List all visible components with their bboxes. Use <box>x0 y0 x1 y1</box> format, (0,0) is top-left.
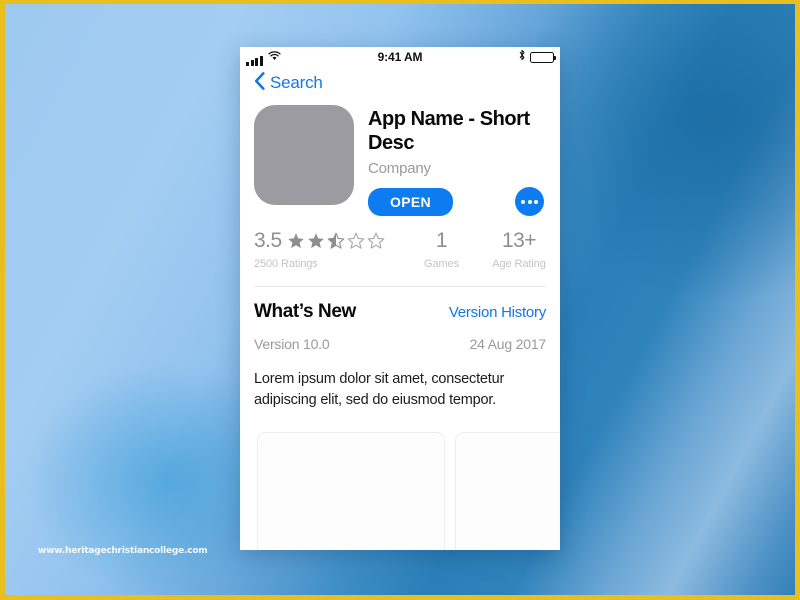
chevron-left-icon <box>254 71 265 95</box>
stat-chart-position: 1 Games <box>404 230 479 270</box>
stat-age-label: Age Rating <box>492 258 546 271</box>
battery-icon <box>530 51 557 63</box>
ellipsis-icon-dot <box>521 199 525 204</box>
ellipsis-icon-dot <box>527 199 532 204</box>
stat-rating-value-row: 3.5 <box>254 230 404 251</box>
star-empty-icon <box>347 232 365 249</box>
app-meta: App Name - Short Desc Company OPEN <box>368 105 546 217</box>
stat-rating-label: 2500 Ratings <box>254 258 318 271</box>
more-options-button[interactable] <box>515 187 544 217</box>
app-actions: OPEN <box>368 187 546 217</box>
rating-number: 3.5 <box>254 229 282 253</box>
screenshot-thumbnail[interactable] <box>257 432 445 550</box>
version-date: 24 Aug 2017 <box>469 336 547 353</box>
app-icon <box>254 105 354 205</box>
app-title: App Name - Short Desc <box>368 108 530 154</box>
app-header: App Name - Short Desc Company OPEN <box>240 99 560 217</box>
whats-new-subheader: Version 10.0 24 Aug 2017 <box>254 336 546 352</box>
back-button[interactable]: Search <box>254 71 323 95</box>
star-rating-icons <box>286 231 386 251</box>
screenshots-strip[interactable] <box>240 410 560 550</box>
star-full-icon <box>307 232 324 248</box>
open-button[interactable]: OPEN <box>368 187 453 216</box>
whats-new-section: What’s New Version History Version 10.0 … <box>240 287 560 410</box>
stats-row: 3.5 2500 Ratings 1 Games 13+ Age Rating <box>240 216 560 270</box>
stat-chart-value: 1 <box>435 229 448 253</box>
ellipsis-icon-dot <box>534 199 538 204</box>
app-company: Company <box>368 160 431 178</box>
whats-new-title: What’s New <box>254 301 356 323</box>
phone-screen: 9:41 AM Search App Name - Short Desc Com… <box>240 47 560 550</box>
screenshot-thumbnail[interactable] <box>455 432 560 550</box>
status-bar: 9:41 AM <box>240 47 560 67</box>
stat-rating: 3.5 2500 Ratings <box>254 230 404 270</box>
back-button-label: Search <box>270 73 323 92</box>
navigation-bar: Search <box>240 67 560 99</box>
stat-age-value: 13+ <box>501 229 537 253</box>
status-bar-time: 9:41 AM <box>377 50 423 64</box>
stat-chart-label: Games <box>424 258 459 271</box>
star-half-icon <box>327 232 345 249</box>
release-notes: Lorem ipsum dolor sit amet, consectetur … <box>254 371 505 408</box>
version-number: Version 10.0 <box>254 336 330 353</box>
version-history-link[interactable]: Version History <box>449 304 546 321</box>
stat-age-rating: 13+ Age Rating <box>479 230 559 270</box>
star-full-icon <box>287 232 304 248</box>
watermark-text: www.heritagechristiancollege.com <box>38 546 208 556</box>
whats-new-header: What’s New Version History <box>254 301 546 323</box>
star-empty-icon <box>367 232 385 249</box>
